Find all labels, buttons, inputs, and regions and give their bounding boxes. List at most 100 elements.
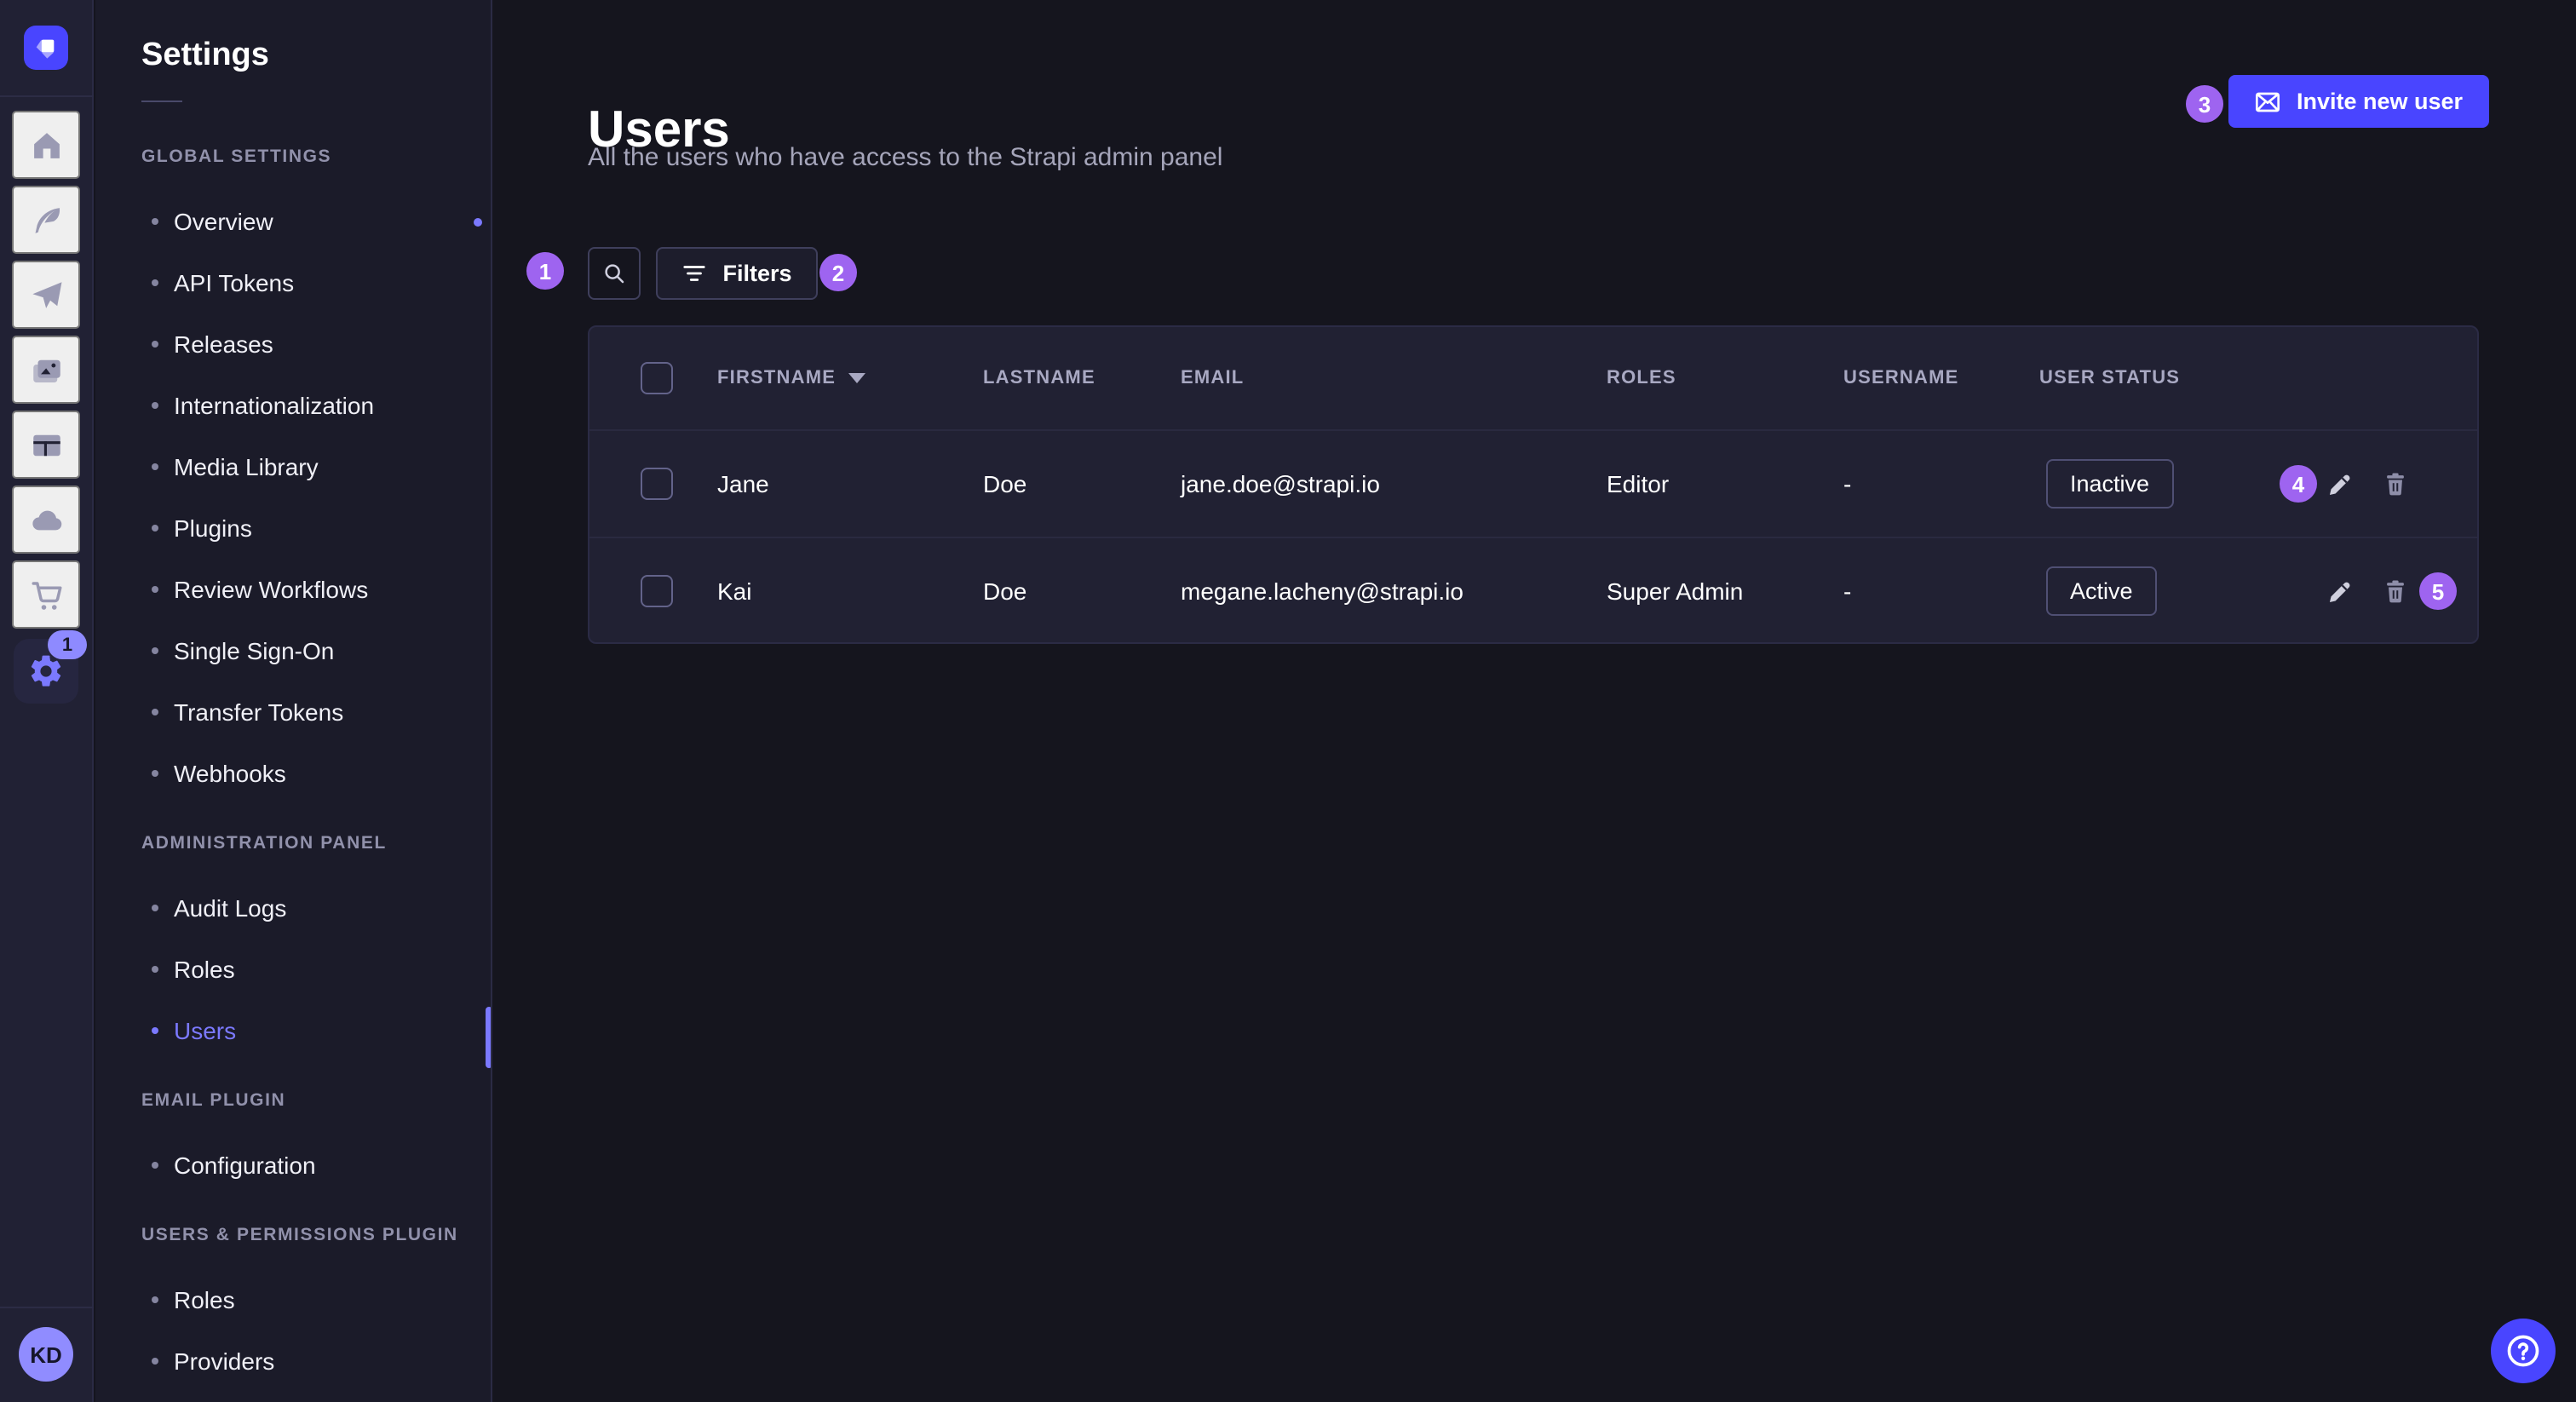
help-icon	[2504, 1332, 2542, 1370]
pencil-icon	[2325, 469, 2354, 498]
column-header-roles[interactable]: ROLES	[1607, 368, 1676, 388]
cell-username: -	[1843, 470, 1851, 497]
column-header-firstname[interactable]: FIRSTNAME	[717, 368, 865, 388]
rail-divider-bottom	[0, 1307, 94, 1308]
sidebar-item-review-workflows[interactable]: Review Workflows	[95, 559, 491, 620]
cell-lastname: Doe	[983, 577, 1026, 605]
sidebar-item-users[interactable]: Users	[95, 1000, 491, 1061]
cell-lastname: Doe	[983, 470, 1026, 497]
sidebar-item-transfer-tokens[interactable]: Transfer Tokens	[95, 681, 491, 743]
sidebar-item-audit-logs[interactable]: Audit Logs	[95, 877, 491, 939]
cloud-icon	[28, 502, 64, 537]
sidebar-item-api-tokens[interactable]: API Tokens	[95, 252, 491, 313]
annotation-marker-5: 5	[2419, 572, 2457, 610]
cell-email: megane.lacheny@strapi.io	[1181, 577, 1463, 605]
row-checkbox[interactable]	[641, 468, 673, 500]
strapi-admin-app: 1 KD Settings GLOBAL SETTINGS Overview A…	[0, 0, 2576, 1402]
delete-user-button[interactable]	[2375, 571, 2416, 612]
sidebar-item-internationalization[interactable]: Internationalization	[95, 375, 491, 436]
annotation-marker-2: 2	[819, 254, 857, 291]
bullet-icon	[152, 966, 158, 973]
rail-divider	[0, 95, 94, 97]
feather-icon	[28, 202, 64, 238]
edit-user-button[interactable]	[2319, 571, 2360, 612]
cell-firstname: Kai	[717, 577, 751, 605]
bullet-icon	[152, 1358, 158, 1365]
select-all-checkbox[interactable]	[641, 362, 673, 394]
cell-username: -	[1843, 577, 1851, 605]
help-button[interactable]	[2491, 1319, 2556, 1383]
layout-icon	[28, 427, 64, 463]
annotation-marker-4: 4	[2280, 465, 2317, 503]
bullet-icon	[152, 402, 158, 409]
bullet-icon	[152, 709, 158, 715]
table-header-row: FIRSTNAME LASTNAME EMAIL ROLES USERNAME …	[589, 327, 2477, 431]
section-label-global-settings: GLOBAL SETTINGS	[141, 147, 491, 167]
subnav-title: Settings	[141, 37, 491, 75]
row-checkbox[interactable]	[641, 575, 673, 607]
rail-content-manager-button[interactable]	[12, 411, 80, 479]
trash-icon	[2382, 470, 2409, 497]
trash-icon	[2382, 577, 2409, 605]
status-badge: Active	[2046, 566, 2157, 616]
subnav-scrollbar-thumb[interactable]	[486, 1007, 492, 1068]
home-icon	[28, 127, 64, 163]
rail-deploy-button[interactable]	[12, 261, 80, 329]
section-label-users-permissions-plugin: USERS & PERMISSIONS PLUGIN	[141, 1225, 491, 1245]
rail-content-type-builder-button[interactable]	[12, 186, 80, 254]
filter-icon	[681, 262, 707, 284]
search-button[interactable]	[588, 247, 641, 300]
rail-media-library-button[interactable]	[12, 336, 80, 404]
sidebar-item-media-library[interactable]: Media Library	[95, 436, 491, 497]
invite-button-label: Invite new user	[2297, 89, 2463, 114]
bullet-icon	[152, 525, 158, 531]
sidebar-item-single-sign-on[interactable]: Single Sign-On	[95, 620, 491, 681]
delete-user-button[interactable]	[2375, 463, 2416, 504]
paper-plane-icon	[28, 277, 64, 313]
filters-button-label: Filters	[722, 261, 791, 286]
bullet-icon	[152, 1027, 158, 1034]
sidebar-item-releases[interactable]: Releases	[95, 313, 491, 375]
strapi-logo[interactable]	[24, 26, 68, 70]
invite-new-user-button[interactable]: Invite new user	[2228, 75, 2488, 128]
cell-email: jane.doe@strapi.io	[1181, 470, 1380, 497]
column-header-lastname[interactable]: LASTNAME	[983, 368, 1095, 388]
annotation-marker-1: 1	[526, 252, 564, 290]
sidebar-item-overview[interactable]: Overview	[95, 191, 491, 252]
bullet-icon	[152, 1162, 158, 1169]
column-header-user-status[interactable]: USER STATUS	[2039, 368, 2180, 388]
bullet-icon	[152, 341, 158, 348]
envelope-icon	[2254, 88, 2281, 115]
table-row[interactable]: Kai Doe megane.lacheny@strapi.io Super A…	[589, 537, 2477, 644]
sidebar-item-up-providers[interactable]: Providers	[95, 1330, 491, 1392]
rail-marketplace-button[interactable]	[12, 560, 80, 629]
sidebar-item-admin-roles[interactable]: Roles	[95, 939, 491, 1000]
page-subtitle: All the users who have access to the Str…	[588, 143, 1222, 172]
main-nav-rail: 1 KD	[0, 0, 94, 1402]
media-library-icon	[28, 352, 64, 388]
bullet-icon	[152, 770, 158, 777]
filters-button[interactable]: Filters	[656, 247, 818, 300]
bullet-icon	[152, 586, 158, 593]
sidebar-item-plugins[interactable]: Plugins	[95, 497, 491, 559]
sidebar-item-up-roles[interactable]: Roles	[95, 1269, 491, 1330]
cell-roles: Super Admin	[1607, 577, 1743, 605]
subnav-title-rule	[141, 101, 182, 102]
users-table: FIRSTNAME LASTNAME EMAIL ROLES USERNAME …	[588, 325, 2479, 644]
bullet-icon	[152, 647, 158, 654]
status-badge: Inactive	[2046, 459, 2173, 509]
sidebar-item-email-configuration[interactable]: Configuration	[95, 1135, 491, 1196]
rail-cloud-button[interactable]	[12, 486, 80, 554]
bullet-icon	[152, 1296, 158, 1303]
column-header-email[interactable]: EMAIL	[1181, 368, 1244, 388]
user-avatar[interactable]: KD	[19, 1327, 73, 1382]
annotation-marker-3: 3	[2186, 85, 2223, 123]
search-icon	[601, 261, 627, 286]
rail-home-button[interactable]	[12, 111, 80, 179]
column-header-username[interactable]: USERNAME	[1843, 368, 1959, 388]
edit-user-button[interactable]	[2319, 463, 2360, 504]
cell-firstname: Jane	[717, 470, 769, 497]
sidebar-item-webhooks[interactable]: Webhooks	[95, 743, 491, 804]
table-row[interactable]: Jane Doe jane.doe@strapi.io Editor - Ina…	[589, 431, 2477, 537]
overview-notification-dot	[474, 217, 482, 226]
